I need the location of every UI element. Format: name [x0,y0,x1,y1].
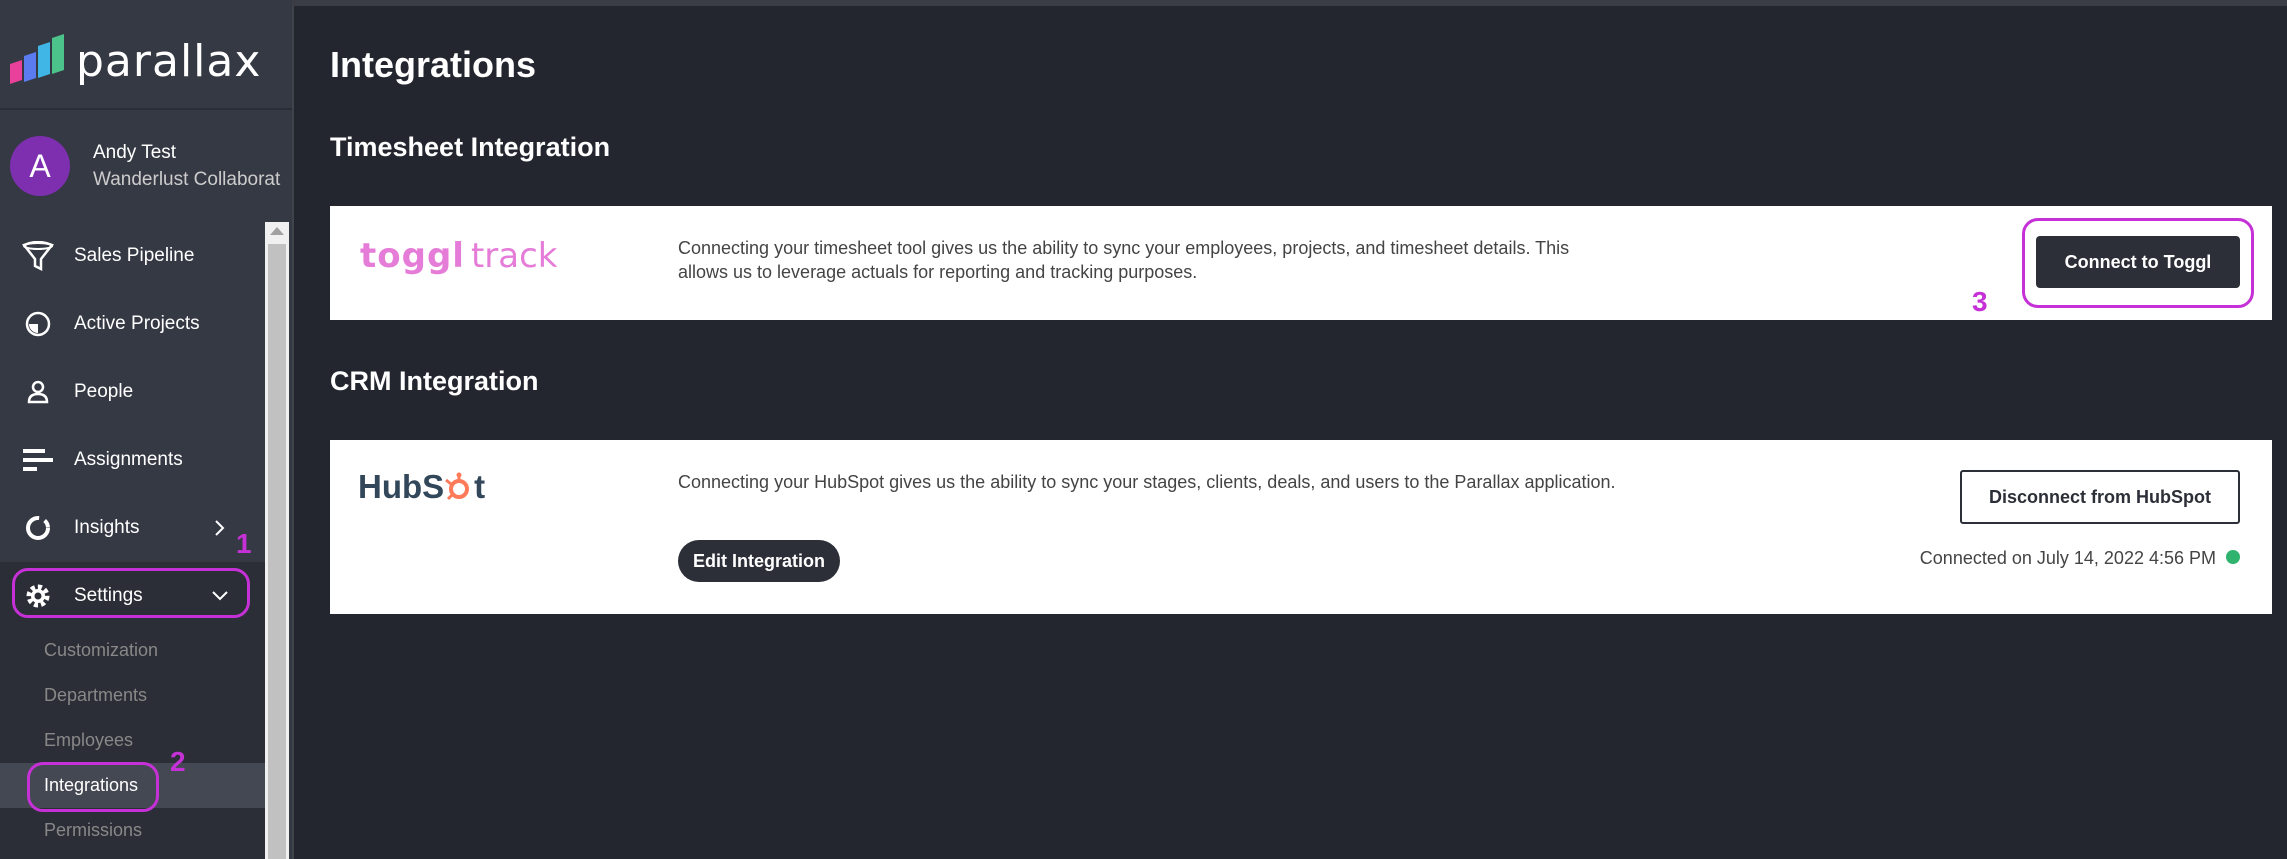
subnav-item-permissions[interactable]: Permissions [0,808,265,853]
nav-item-active-projects[interactable]: Active Projects [0,290,265,358]
hubspot-logo-right: t [474,468,486,505]
annotation-number-2: 2 [170,746,186,777]
ring-chart-icon [20,510,56,546]
brand-name: parallax [76,35,262,87]
page-title: Integrations [330,44,537,85]
timesheet-section-title: Timesheet Integration [330,132,611,162]
scroll-thumb[interactable] [268,244,286,859]
brand-logo[interactable]: parallax [8,30,261,92]
bars-icon [20,442,56,478]
hubspot-sprocket-icon [445,472,470,501]
nav-item-sales-pipeline[interactable]: Sales Pipeline [0,222,265,290]
person-icon [20,374,56,410]
nav-item-people[interactable]: People [0,358,265,426]
nav-label: Sales Pipeline [74,245,195,266]
nav-label: Insights [74,517,140,538]
sidebar: parallax A Andy Test Wanderlust Collabor… [0,0,292,859]
toggl-logo-bold: toggl [360,236,465,276]
user-org: Wanderlust Collaborat [93,168,281,190]
hubspot-integration-card: HubS t Connecting your HubSpot gives us … [330,440,2272,614]
subnav-item-employees[interactable]: Employees [0,718,265,763]
hubspot-logo-left: HubS [358,468,445,505]
user-name: Andy Test [93,141,177,163]
annotation-number-1: 1 [236,528,252,559]
crm-section-title: CRM Integration [330,366,539,396]
toggl-track-logo: toggl track [360,236,557,276]
scroll-up-arrow-icon[interactable] [270,227,284,235]
toggl-description: Connecting your timesheet tool gives us … [678,238,1570,282]
pie-clock-icon [20,306,56,342]
nav-label: Assignments [74,449,183,470]
annotation-ring-integrations [27,762,159,812]
nav-label: People [74,381,134,402]
disconnect-hubspot-button[interactable]: Disconnect from HubSpot [1960,470,2240,524]
annotation-ring-connect-toggl [2022,218,2254,308]
sidebar-scrollbar[interactable] [265,222,289,859]
hubspot-logo: HubS t [358,468,485,506]
settings-subnav: Customization Departments Employees Inte… [0,628,265,859]
connected-status-dot [2226,550,2240,564]
funnel-icon [20,238,56,274]
nav-item-assignments[interactable]: Assignments [0,426,265,494]
annotation-ring-settings [12,568,250,618]
nav-label: Active Projects [74,313,200,334]
chevron-right-icon [215,520,225,536]
nav-item-insights[interactable]: Insights [0,494,265,562]
annotation-number-3: 3 [1972,286,1988,317]
hubspot-description: Connecting your HubSpot gives us the abi… [678,472,1616,492]
connected-status-text: Connected on July 14, 2022 4:56 PM [1919,548,2216,568]
subnav-item-customization[interactable]: Customization [0,628,265,673]
subnav-item-departments[interactable]: Departments [0,673,265,718]
main-content: Integrations Timesheet Integration toggl… [292,6,2287,859]
toggl-logo-light: track [470,236,558,276]
edit-integration-button[interactable]: Edit Integration [678,540,840,582]
parallax-logo-icon [10,34,64,84]
user-profile[interactable]: A Andy Test Wanderlust Collaborat [0,110,292,222]
avatar: A [10,136,70,196]
